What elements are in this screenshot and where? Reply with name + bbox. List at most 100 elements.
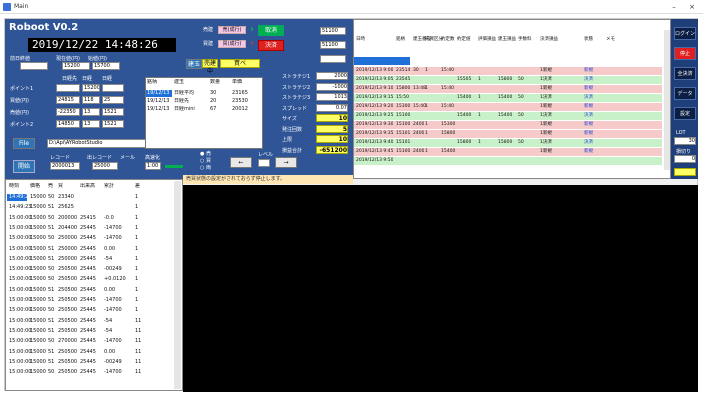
positions-cell[interactable]: 日経mini bbox=[174, 106, 195, 113]
table-cell[interactable]: 1 bbox=[135, 276, 138, 283]
table-cell[interactable]: 1 bbox=[135, 287, 138, 294]
table-cell[interactable]: 15000 bbox=[30, 194, 46, 201]
table-cell[interactable]: -54 bbox=[104, 328, 112, 335]
positions-cell[interactable]: 67 bbox=[210, 106, 216, 113]
table-cell[interactable]: 15000 bbox=[30, 307, 46, 314]
table-cell[interactable]: 14:49:23 bbox=[9, 204, 31, 211]
table-cell[interactable]: 15:00:00 bbox=[9, 307, 31, 314]
table-cell[interactable]: 51 bbox=[48, 287, 54, 294]
account-row-value-1[interactable]: -22350 bbox=[56, 108, 80, 116]
table-cell[interactable]: 51 bbox=[48, 204, 54, 211]
table-cell[interactable]: 15:00:00 bbox=[9, 266, 31, 273]
table-cell[interactable]: 11 bbox=[135, 338, 141, 345]
table-cell[interactable]: 11 bbox=[135, 328, 141, 335]
side-button[interactable]: ログイン bbox=[674, 27, 696, 40]
table-cell[interactable]: 0.00 bbox=[104, 349, 115, 356]
table-cell[interactable]: -14700 bbox=[104, 297, 122, 304]
table-cell[interactable]: -14700 bbox=[104, 307, 122, 314]
table-cell[interactable]: 11 bbox=[135, 349, 141, 356]
table-cell[interactable]: 25445 bbox=[80, 318, 96, 325]
table-cell[interactable]: 50 bbox=[48, 215, 54, 222]
table-cell[interactable]: 51 bbox=[48, 246, 54, 253]
radio-both[interactable]: ○ 両 bbox=[200, 164, 211, 171]
table-cell[interactable]: 250500 bbox=[58, 287, 77, 294]
table-cell[interactable]: 51 bbox=[48, 359, 54, 366]
table-cell[interactable]: -00249 bbox=[104, 266, 122, 273]
radio-sell[interactable]: ● 売 bbox=[200, 150, 211, 157]
table-cell[interactable]: 250500 bbox=[58, 297, 77, 304]
table-cell[interactable]: 250000 bbox=[58, 256, 77, 263]
positions-cell[interactable]: 日経平均 bbox=[174, 90, 194, 97]
table-cell[interactable]: -54 bbox=[104, 256, 112, 263]
table-cell[interactable]: 25625 bbox=[58, 204, 74, 211]
radio-buy[interactable]: ○ 買 bbox=[200, 157, 211, 164]
table-cell[interactable]: 250500 bbox=[58, 318, 77, 325]
table-cell[interactable]: 50 bbox=[48, 369, 54, 376]
table-cell[interactable]: 15:00:00 bbox=[9, 256, 31, 263]
table-cell[interactable]: -14700 bbox=[104, 369, 122, 376]
table-cell[interactable]: 15:00:00 bbox=[9, 215, 31, 222]
table-cell[interactable]: 15:00:00 bbox=[9, 318, 31, 325]
table-cell[interactable]: 15000 bbox=[30, 225, 46, 232]
positions-cell[interactable]: 20012 bbox=[232, 106, 248, 113]
table-cell[interactable]: 25445 bbox=[80, 266, 96, 273]
table-scrollbar[interactable] bbox=[174, 181, 181, 389]
table-cell[interactable]: 1 bbox=[135, 204, 138, 211]
table-cell[interactable]: 14:49:23 bbox=[9, 194, 31, 201]
table-cell[interactable]: 15000 bbox=[30, 369, 46, 376]
table-cell[interactable]: -14700 bbox=[104, 338, 122, 345]
account-row-value-1[interactable] bbox=[56, 84, 80, 92]
table-cell[interactable]: 250000 bbox=[58, 246, 77, 253]
table-cell[interactable]: 51 bbox=[48, 225, 54, 232]
table-cell[interactable]: 50 bbox=[48, 194, 54, 201]
table-cell[interactable]: 51 bbox=[48, 318, 54, 325]
spin-field-3[interactable] bbox=[320, 55, 346, 63]
prev-close-field[interactable] bbox=[20, 62, 48, 70]
table-cell[interactable]: -00249 bbox=[104, 359, 122, 366]
minimize-button[interactable]: – bbox=[668, 2, 680, 12]
table-cell[interactable]: 25445 bbox=[80, 256, 96, 263]
table-cell[interactable]: 1 bbox=[135, 297, 138, 304]
settle-button[interactable]: 決済 bbox=[258, 40, 284, 51]
table-cell[interactable]: 15000 bbox=[30, 246, 46, 253]
table-cell[interactable]: 15000 bbox=[30, 235, 46, 242]
table-cell[interactable]: -14700 bbox=[104, 225, 122, 232]
table-cell[interactable]: 0.00 bbox=[104, 287, 115, 294]
stoploss-field[interactable]: 0 bbox=[674, 155, 696, 163]
table-cell[interactable]: 1 bbox=[135, 246, 138, 253]
positions-cell[interactable]: 19/12/13 bbox=[147, 98, 169, 105]
table-cell[interactable]: 15:00:00 bbox=[9, 246, 31, 253]
table-cell[interactable]: 25445 bbox=[80, 297, 96, 304]
table-cell[interactable]: 15000 bbox=[30, 215, 46, 222]
account-row-value-3[interactable]: 1521 bbox=[102, 108, 124, 116]
level-field[interactable] bbox=[258, 159, 270, 167]
table-cell[interactable]: 15:00:00 bbox=[9, 225, 31, 232]
table-cell[interactable]: 25415 bbox=[80, 215, 96, 222]
positions-cell[interactable]: 20 bbox=[210, 98, 216, 105]
log-row[interactable] bbox=[354, 157, 662, 165]
table-cell[interactable]: 15000 bbox=[30, 328, 46, 335]
close-button[interactable]: × bbox=[686, 2, 698, 12]
table-cell[interactable]: 250500 bbox=[58, 359, 77, 366]
table-cell[interactable]: 15000 bbox=[30, 287, 46, 294]
table-cell[interactable]: 15:00:00 bbox=[9, 359, 31, 366]
table-cell[interactable]: -54 bbox=[104, 318, 112, 325]
table-cell[interactable]: 250500 bbox=[58, 307, 77, 314]
table-cell[interactable]: 15:00:00 bbox=[9, 338, 31, 345]
table-cell[interactable]: 250000 bbox=[58, 235, 77, 242]
account-row-value-2[interactable]: 13 bbox=[82, 120, 100, 128]
out-record-field[interactable]: 25000 bbox=[92, 162, 118, 170]
table-cell[interactable]: 15000 bbox=[30, 276, 46, 283]
table-cell[interactable]: 250500 bbox=[58, 369, 77, 376]
open-price-field[interactable]: 15700 bbox=[92, 62, 120, 70]
table-cell[interactable]: 15:00:00 bbox=[9, 235, 31, 242]
table-cell[interactable]: 11 bbox=[135, 369, 141, 376]
table-cell[interactable]: 15:00:00 bbox=[9, 297, 31, 304]
table-cell[interactable]: 50 bbox=[48, 266, 54, 273]
positions-cell[interactable]: 日経先 bbox=[174, 98, 189, 105]
positions-cell[interactable]: 19/12/13 bbox=[147, 106, 169, 113]
table-cell[interactable]: 25445 bbox=[80, 338, 96, 345]
arrow-right-button[interactable]: → bbox=[275, 157, 297, 168]
table-cell[interactable]: 200000 bbox=[58, 215, 77, 222]
table-cell[interactable]: 250500 bbox=[58, 276, 77, 283]
